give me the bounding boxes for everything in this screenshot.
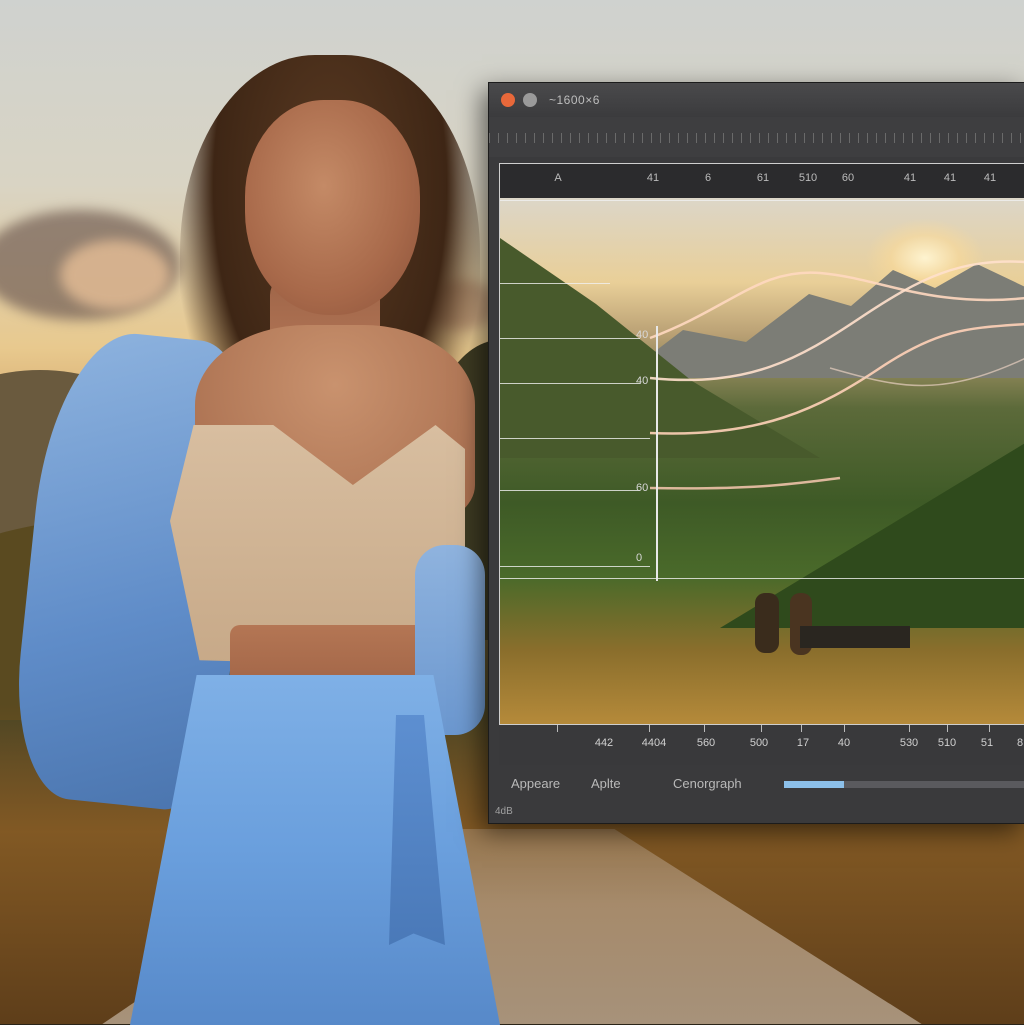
ruler-label: 500	[749, 737, 769, 749]
face	[245, 100, 420, 315]
time-label: 41	[943, 172, 957, 184]
guide-line	[500, 338, 640, 339]
control-bar: Appeare Aplte Cenorgraph	[499, 769, 1024, 799]
guide-line	[500, 566, 650, 567]
ruler-label: 530	[899, 737, 919, 749]
ruler-label: 560	[696, 737, 716, 749]
time-label: 41	[646, 172, 660, 184]
ruler-tick	[844, 725, 845, 732]
app-window: ~1600×6 A 41 6 61 510 60 41 41 41 40 40 …	[488, 82, 1024, 824]
guide-line	[500, 578, 1024, 579]
hiker-figures	[755, 593, 779, 653]
ruler-label: 4404	[641, 737, 667, 749]
ruler-tick	[989, 725, 990, 732]
ruler-label: 51	[980, 737, 994, 749]
y-axis-label: 40	[636, 329, 649, 341]
title-bar: ~1600×6	[489, 83, 1024, 118]
guide-line	[500, 283, 610, 284]
chronograph-tab[interactable]: Cenorgraph	[673, 776, 742, 791]
ruler-tick	[557, 725, 558, 732]
ruler-tick	[909, 725, 910, 732]
time-label: 510	[798, 172, 818, 184]
ruler-tick	[801, 725, 802, 732]
landscape-photo: 40 40 60 0	[500, 198, 1024, 724]
progress-fill	[784, 781, 844, 788]
y-axis-label: 0	[636, 552, 643, 564]
guide-line	[500, 490, 640, 491]
ruler-tick	[947, 725, 948, 732]
y-axis-label: 60	[636, 482, 649, 494]
ruler-label: 40	[837, 737, 851, 749]
time-label: 60	[841, 172, 855, 184]
ruler-tick	[761, 725, 762, 732]
apple-tab[interactable]: Aplte	[591, 776, 621, 791]
status-readout: 4dB	[495, 806, 513, 817]
ruler-label: 8	[1016, 737, 1024, 749]
bottom-ruler[interactable]: 442 4404 560 500 17 40 530 510 51 8	[499, 725, 1024, 765]
ruler-label: 510	[937, 737, 957, 749]
ruler-label: 442	[594, 737, 614, 749]
bench	[800, 626, 910, 648]
time-label: 6	[704, 172, 712, 184]
guide-line	[500, 383, 640, 384]
waveform-overlay	[649, 260, 1024, 490]
y-axis-label: 40	[636, 375, 649, 387]
time-label: A	[554, 172, 562, 184]
ruler-label: 17	[796, 737, 810, 749]
time-header[interactable]: A 41 6 61 510 60 41 41 41	[500, 164, 1024, 199]
appearance-tab[interactable]: Appeare	[511, 776, 560, 791]
time-label: 61	[756, 172, 770, 184]
woman-figure	[6, 25, 500, 1025]
guide-line	[500, 438, 650, 439]
close-button[interactable]	[501, 93, 515, 107]
minimize-button[interactable]	[523, 93, 537, 107]
y-axis-line	[656, 326, 658, 581]
ruler-tick	[704, 725, 705, 732]
ruler-tick	[649, 725, 650, 732]
preview-viewport[interactable]: A 41 6 61 510 60 41 41 41 40 40 60 0	[499, 163, 1024, 725]
top-ruler[interactable]	[489, 117, 1024, 157]
progress-slider[interactable]	[784, 781, 1024, 788]
window-title: ~1600×6	[549, 93, 600, 107]
guide-line	[500, 200, 1024, 201]
time-label: 41	[983, 172, 997, 184]
time-label: 41	[903, 172, 917, 184]
